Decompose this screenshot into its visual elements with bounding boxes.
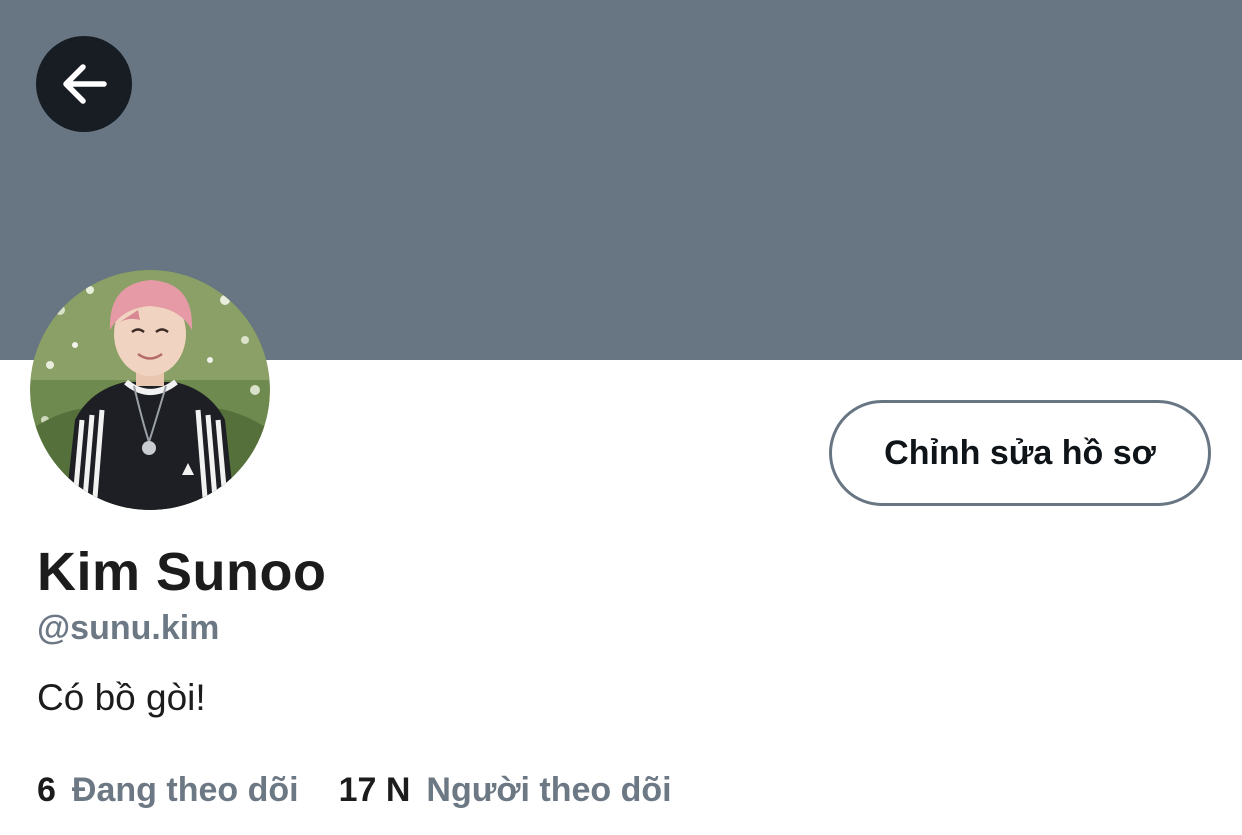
followers-label: Người theo dõi	[426, 771, 672, 809]
following-stat[interactable]: 6 Đang theo dõi	[37, 768, 299, 812]
edit-profile-button[interactable]: Chỉnh sửa hồ sơ	[829, 400, 1211, 506]
followers-stat[interactable]: 17 N Người theo dõi	[339, 768, 672, 812]
handle: @sunu.kim	[37, 609, 220, 647]
following-count: 6	[37, 771, 56, 809]
edit-profile-label: Chỉnh sửa hồ sơ	[884, 433, 1156, 472]
following-label: Đang theo dõi	[71, 771, 299, 809]
back-button[interactable]	[36, 36, 132, 132]
display-name: Kim Sunoo	[37, 542, 327, 602]
profile-stats: 6 Đang theo dõi 17 N Người theo dõi	[37, 768, 672, 812]
profile-page: Chỉnh sửa hồ sơ Kim Sunoo @sunu.kim Có b…	[0, 0, 1242, 835]
avatar[interactable]	[30, 270, 270, 510]
arrow-left-icon	[63, 64, 107, 104]
followers-count: 17 N	[338, 771, 411, 809]
bio: Có bồ gòi!	[37, 677, 206, 718]
